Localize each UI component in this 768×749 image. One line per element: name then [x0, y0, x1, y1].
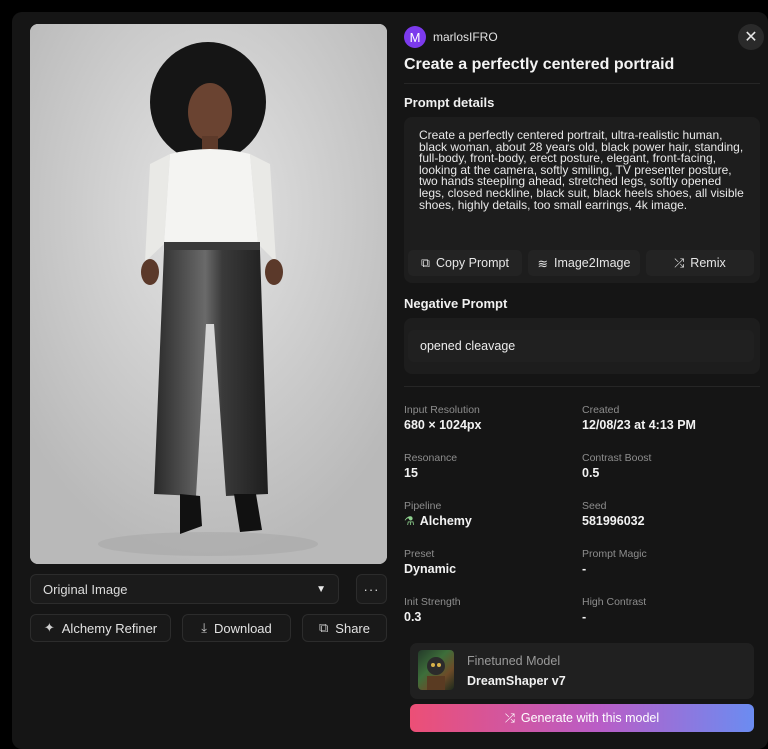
close-button[interactable]: ✕ — [738, 24, 764, 50]
meta-label-created: Created — [582, 404, 620, 416]
model-thumbnail-art — [427, 657, 445, 690]
download-button[interactable]: ⤓ Download — [182, 614, 291, 642]
meta-label-high-contrast: High Contrast — [582, 596, 647, 608]
image2image-button[interactable]: ≋ Image2Image — [528, 250, 640, 276]
more-options-button[interactable]: ··· — [356, 574, 387, 604]
generate-with-model-button[interactable]: ⤮ Generate with this model — [410, 704, 754, 732]
meta-label-prompt-magic: Prompt Magic — [582, 548, 647, 560]
page-title: Create a perfectly centered portraid — [404, 56, 675, 73]
sparkle-icon: ✦ — [43, 620, 55, 635]
meta-label-resonance: Resonance — [404, 452, 458, 464]
meta-value-resonance: 15 — [404, 466, 418, 480]
divider — [404, 83, 760, 84]
finetuned-model-label: Finetuned Model — [467, 654, 561, 668]
more-icon: ··· — [363, 581, 380, 597]
meta-label-seed: Seed — [582, 500, 607, 512]
meta-value-created: 12/08/23 at 4:13 PM — [582, 418, 696, 432]
generated-image[interactable] — [30, 24, 387, 564]
divider — [404, 386, 760, 387]
chevron-down-icon: ▼ — [316, 583, 326, 595]
copy-prompt-button[interactable]: ⧉ Copy Prompt — [408, 250, 522, 276]
avatar[interactable]: M — [404, 26, 426, 48]
meta-label-pipeline: Pipeline — [404, 500, 442, 512]
remix-icon: ⤮ — [674, 255, 685, 270]
image-variant-select[interactable]: Original Image ▼ — [30, 574, 339, 604]
prompt-details-heading: Prompt details — [404, 95, 495, 110]
share-icon: ⧉ — [319, 620, 329, 635]
negative-prompt-heading: Negative Prompt — [404, 296, 508, 311]
username[interactable]: marlosIFRO — [433, 30, 498, 44]
finetuned-model-card[interactable] — [410, 643, 754, 699]
meta-label-input-resolution: Input Resolution — [404, 404, 480, 416]
remix-label: Remix — [690, 256, 726, 270]
avatar-letter: M — [409, 29, 421, 45]
copy-prompt-label: Copy Prompt — [435, 256, 509, 270]
layers-icon: ≋ — [537, 256, 549, 271]
alchemy-flask-icon: ⚗ — [404, 514, 415, 528]
meta-value-input-resolution: 680 × 1024px — [404, 418, 482, 432]
image2image-label: Image2Image — [554, 256, 631, 270]
share-label: Share — [335, 620, 370, 636]
meta-value-prompt-magic: - — [582, 562, 587, 576]
image-variant-value: Original Image — [43, 581, 128, 597]
close-icon: ✕ — [744, 29, 758, 46]
download-icon: ⤓ — [201, 620, 207, 635]
meta-value-pipeline: ⚗ Alchemy — [404, 514, 472, 528]
meta-label-init-strength: Init Strength — [404, 596, 461, 608]
model-thumbnail — [418, 650, 454, 690]
meta-value-contrast-boost: 0.5 — [582, 466, 600, 480]
download-label: Download — [213, 620, 272, 636]
meta-value-seed: 581996032 — [582, 514, 645, 528]
meta-label-preset: Preset — [404, 548, 435, 560]
finetuned-model-name: DreamShaper v7 — [467, 674, 566, 688]
negative-prompt-text: opened cleavage — [408, 330, 754, 362]
meta-value-high-contrast: - — [582, 610, 587, 624]
meta-value-pipeline-text: Alchemy — [419, 514, 472, 528]
alchemy-refiner-label: Alchemy Refiner — [61, 620, 158, 636]
generate-label: Generate with this model — [520, 711, 660, 725]
image-detail-modal: Original Image ▼ ··· ✦ Alchemy Refiner ⤓… — [12, 12, 768, 749]
remix-icon: ⤮ — [504, 710, 515, 725]
meta-label-contrast-boost: Contrast Boost — [582, 452, 652, 464]
alchemy-refiner-button[interactable]: ✦ Alchemy Refiner — [30, 614, 171, 642]
meta-value-init-strength: 0.3 — [404, 610, 422, 624]
remix-button[interactable]: ⤮ Remix — [646, 250, 754, 276]
prompt-text: Create a perfectly centered portrait, ul… — [419, 128, 744, 212]
portrait-illustration — [30, 24, 387, 564]
meta-value-preset: Dynamic — [404, 562, 457, 576]
copy-icon: ⧉ — [421, 255, 430, 270]
share-button[interactable]: ⧉ Share — [302, 614, 387, 642]
